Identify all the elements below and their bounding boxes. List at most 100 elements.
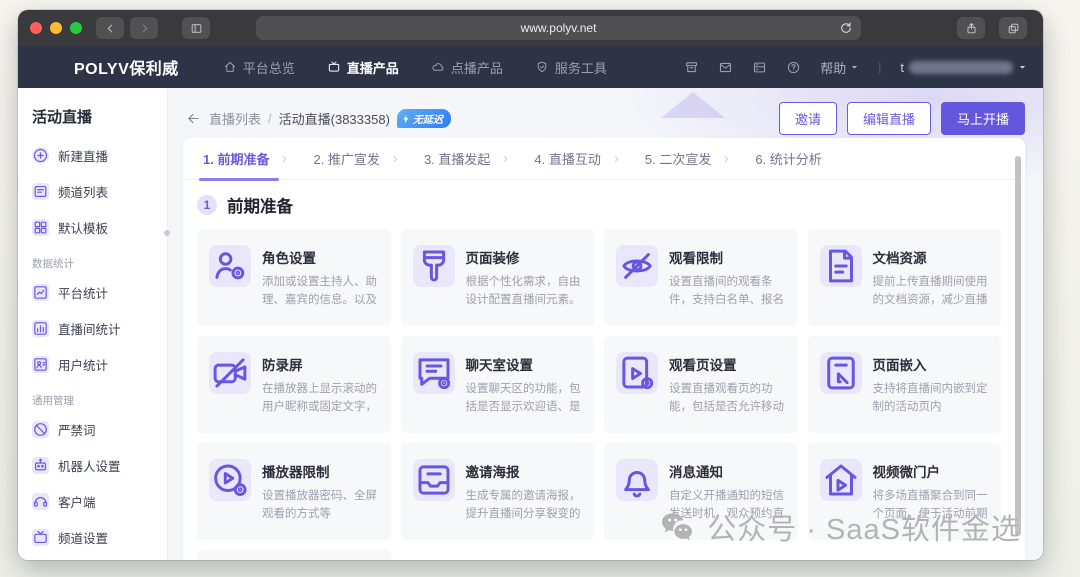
polyv-logo[interactable]: POLYV保利威 [74,55,179,79]
watermark-text: 公众号 · SaaS软件金选 [707,506,1021,548]
page-play-icon [616,352,658,394]
nav-item-1[interactable]: 直播产品 [327,58,399,77]
sidebar-item-2[interactable]: 默认模板 [18,209,167,245]
share-button[interactable] [957,17,985,39]
nav-item-3[interactable]: 服务工具 [535,58,607,77]
user-menu[interactable]: t [900,60,1027,75]
card-description: 添加或设置主持人、助理、嘉宾的信息。以及新增助... [262,274,379,310]
url-text: www.polyv.net [521,21,597,35]
help-circle-icon[interactable] [786,60,801,75]
breadcrumb-separator: / [268,111,272,126]
sidebar: 活动直播 新建直播频道列表默认模板数据统计平台统计直播间统计用户统计通用管理严禁… [18,88,168,560]
card-description: 设置直播间的观看条件，支持白名单、报名观看、验... [669,274,786,310]
chevron-left-icon [104,22,117,35]
feature-card-4[interactable]: 防录屏在播放器上显示滚动的用户昵称或固定文字，达到防... [197,336,391,433]
card-title: 播放器限制 [262,461,379,481]
tab-3[interactable]: 4. 直播互动 [532,138,620,181]
robot-icon [32,457,49,474]
start-live-button[interactable]: 马上开播 [941,102,1025,135]
minimize-window-button[interactable] [50,22,62,34]
divider: | [878,60,881,74]
nav-item-0[interactable]: 平台总览 [223,58,295,77]
help-menu[interactable]: 帮助 [820,58,859,77]
no-delay-badge: 无延迟 [397,109,451,128]
tab-0[interactable]: 1. 前期准备 [201,138,289,181]
tv-icon [32,529,49,546]
chart-bar-icon [32,320,49,337]
card-description: 支持将直播间内嵌到定制的活动页内 [873,381,990,417]
sidebar-item-0[interactable]: 新建直播 [18,137,167,173]
back-button[interactable] [96,17,124,39]
feature-card-7[interactable]: 页面嵌入支持将直播间内嵌到定制的活动页内 [808,336,1002,433]
headset-icon [32,493,49,510]
sidebar-item-11[interactable]: 频道设置 [18,519,167,555]
sidebar-item-4[interactable]: 平台统计 [18,274,167,310]
card-title: 页面嵌入 [873,354,990,374]
tabs-overview-button[interactable] [999,17,1027,39]
caret-down-icon [850,63,859,72]
feature-card-3[interactable]: 文档资源提前上传直播期间使用的文档资源，减少直播中的失... [808,229,1002,326]
section-header: 1 前期准备 [183,180,1025,221]
sidebar-item-12[interactable]: 页脚设置 [18,555,167,560]
browser-window: www.polyv.net POLYV保利威 平台总览直播产品点播产品服务工具 … [18,10,1043,560]
feature-card-1[interactable]: 页面装修根据个性化需求，自由设计配置直播间元素。支持自... [401,229,595,326]
card-title: 角色设置 [262,247,379,267]
card-title: 观看页设置 [669,354,786,374]
card-description: 在播放器上显示滚动的用户昵称或固定文字，达到防... [262,381,379,417]
sidebar-section-label: 通用管理 [18,382,167,411]
flash-icon [401,114,411,124]
sidebar-item-6[interactable]: 用户统计 [18,346,167,382]
sidebar-item-10[interactable]: 客户端 [18,483,167,519]
sidebar-item-5[interactable]: 直播间统计 [18,310,167,346]
brush-icon [413,245,455,287]
feature-card-2[interactable]: 观看限制设置直播间的观看条件，支持白名单、报名观看、验... [604,229,798,326]
url-bar[interactable]: www.polyv.net [256,16,861,40]
scrollbar[interactable] [1015,156,1021,536]
tab-5[interactable]: 6. 统计分析 [753,138,823,181]
sidebar-item-8[interactable]: 严禁词 [18,411,167,447]
tab-2[interactable]: 3. 直播发起 [422,138,510,181]
nav-item-2[interactable]: 点播产品 [431,58,503,77]
feature-card-12[interactable]: 公众号适用于直播间引流至公众号或客服，沉淀用户至私域... [197,550,391,560]
tab-1[interactable]: 2. 推广宣发 [311,138,399,181]
breadcrumb-parent[interactable]: 直播列表 [209,109,261,128]
tab-4[interactable]: 5. 二次宣发 [643,138,731,181]
header-buttons: 邀请编辑直播马上开播 [779,102,1025,135]
feature-card-0[interactable]: 角色设置添加或设置主持人、助理、嘉宾的信息。以及新增助... [197,229,391,326]
archive-icon[interactable] [684,60,699,75]
sidebar-item-1[interactable]: 频道列表 [18,173,167,209]
zoom-window-button[interactable] [70,22,82,34]
chevron-right-icon [721,154,731,164]
mail-icon[interactable] [718,60,733,75]
chart-user-icon [32,356,49,373]
edit-live-button[interactable]: 编辑直播 [847,102,931,135]
template-icon [32,219,49,236]
person-gear-icon [209,245,251,287]
feature-card-8[interactable]: 播放器限制设置播放器密码、全屏观看的方式等 [197,443,391,540]
card-description: 设置播放器密码、全屏观看的方式等 [262,488,379,524]
sidebar-icon [190,22,203,35]
main-area: 直播列表 / 活动直播(3833358) 无延迟 邀请编辑直播马上开播 1. 前… [168,88,1043,560]
panel-icon[interactable] [752,60,767,75]
close-window-button[interactable] [30,22,42,34]
tv-icon [327,60,341,74]
sidebar-collapse-handle[interactable] [164,230,170,236]
chart-line-icon [32,284,49,301]
back-arrow-icon[interactable] [186,111,201,126]
page-header: 直播列表 / 活动直播(3833358) 无延迟 邀请编辑直播马上开播 [168,88,1043,145]
forward-button[interactable] [130,17,158,39]
sidebar-toggle-button[interactable] [182,17,210,39]
chevron-right-icon [500,154,510,164]
chevron-right-icon [611,154,621,164]
chevron-right-icon [390,154,400,164]
feature-card-5[interactable]: 聊天室设置设置聊天区的功能，包括是否显示欢迎语、是否支持... [401,336,595,433]
home-icon [223,60,237,74]
home-play-icon [820,459,862,501]
reload-icon[interactable] [838,20,854,36]
feature-card-6[interactable]: 观看页设置设置直播观看页的功能，包括是否允许移动端观看等 [604,336,798,433]
sidebar-item-9[interactable]: 机器人设置 [18,447,167,483]
cloud-icon [431,60,445,74]
invite-button[interactable]: 邀请 [779,102,837,135]
feature-card-9[interactable]: 邀请海报生成专属的邀请海报，提升直播间分享裂变的效果 [401,443,595,540]
forbid-icon [32,421,49,438]
